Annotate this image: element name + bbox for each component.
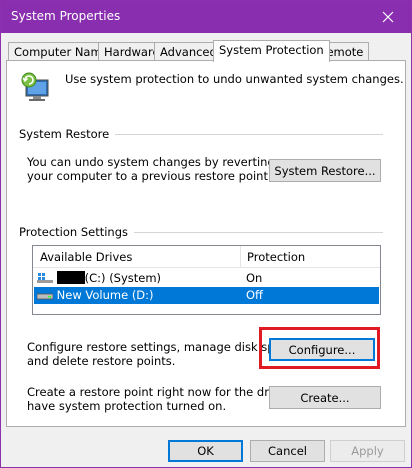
configure-description-1: Configure restore settings, manage disk … bbox=[27, 340, 299, 354]
window-title: System Properties bbox=[11, 9, 121, 23]
system-drive-icon bbox=[37, 273, 53, 283]
drives-list-header: Available Drives Protection bbox=[33, 246, 380, 268]
create-description-2: have system protection turned on. bbox=[27, 399, 227, 413]
configure-description-2: and delete restore points. bbox=[27, 354, 176, 368]
system-protection-panel: Use system protection to undo unwanted s… bbox=[6, 60, 406, 427]
drive-c-protection: On bbox=[246, 271, 263, 285]
tab-system-protection[interactable]: System Protection bbox=[213, 40, 330, 62]
tab-strip: Computer Name Hardware Advanced System P… bbox=[6, 40, 406, 62]
intro-text: Use system protection to undo unwanted s… bbox=[65, 72, 404, 86]
drive-icon bbox=[36, 293, 54, 300]
close-button[interactable] bbox=[365, 1, 411, 33]
redacted-drive-label bbox=[56, 271, 85, 284]
ok-button[interactable]: OK bbox=[168, 440, 243, 462]
drive-c-cell: (C:) (System) bbox=[37, 271, 161, 285]
drive-row-d[interactable]: New Volume (D:) Off bbox=[34, 287, 379, 304]
drive-d-name: New Volume (D:) bbox=[56, 288, 154, 302]
configure-highlight-box bbox=[259, 327, 380, 369]
cancel-button[interactable]: Cancel bbox=[250, 440, 325, 462]
drive-c-name: (C:) (System) bbox=[84, 271, 162, 285]
create-button[interactable]: Create... bbox=[269, 386, 381, 409]
drive-row-c[interactable]: (C:) (System) On bbox=[34, 270, 379, 287]
column-separator bbox=[240, 246, 241, 268]
system-restore-title: System Restore bbox=[19, 127, 116, 141]
system-protection-icon bbox=[21, 72, 49, 101]
system-restore-button[interactable]: System Restore... bbox=[269, 159, 381, 182]
column-available-drives[interactable]: Available Drives bbox=[40, 250, 132, 264]
system-restore-description-2: your computer to a previous restore poin… bbox=[27, 169, 272, 183]
drive-d-cell: New Volume (D:) bbox=[36, 288, 154, 302]
system-properties-window: System Properties Computer Name Hardware… bbox=[0, 0, 412, 468]
close-icon bbox=[382, 11, 394, 23]
protection-settings-title: Protection Settings bbox=[19, 225, 135, 239]
title-bar: System Properties bbox=[1, 1, 411, 33]
apply-button[interactable]: Apply bbox=[330, 440, 405, 462]
drives-list[interactable]: Available Drives Protection (C:) (System… bbox=[32, 245, 381, 315]
system-restore-description-1: You can undo system changes by reverting bbox=[27, 155, 275, 169]
column-protection[interactable]: Protection bbox=[247, 250, 305, 264]
drive-d-protection: Off bbox=[246, 288, 263, 302]
